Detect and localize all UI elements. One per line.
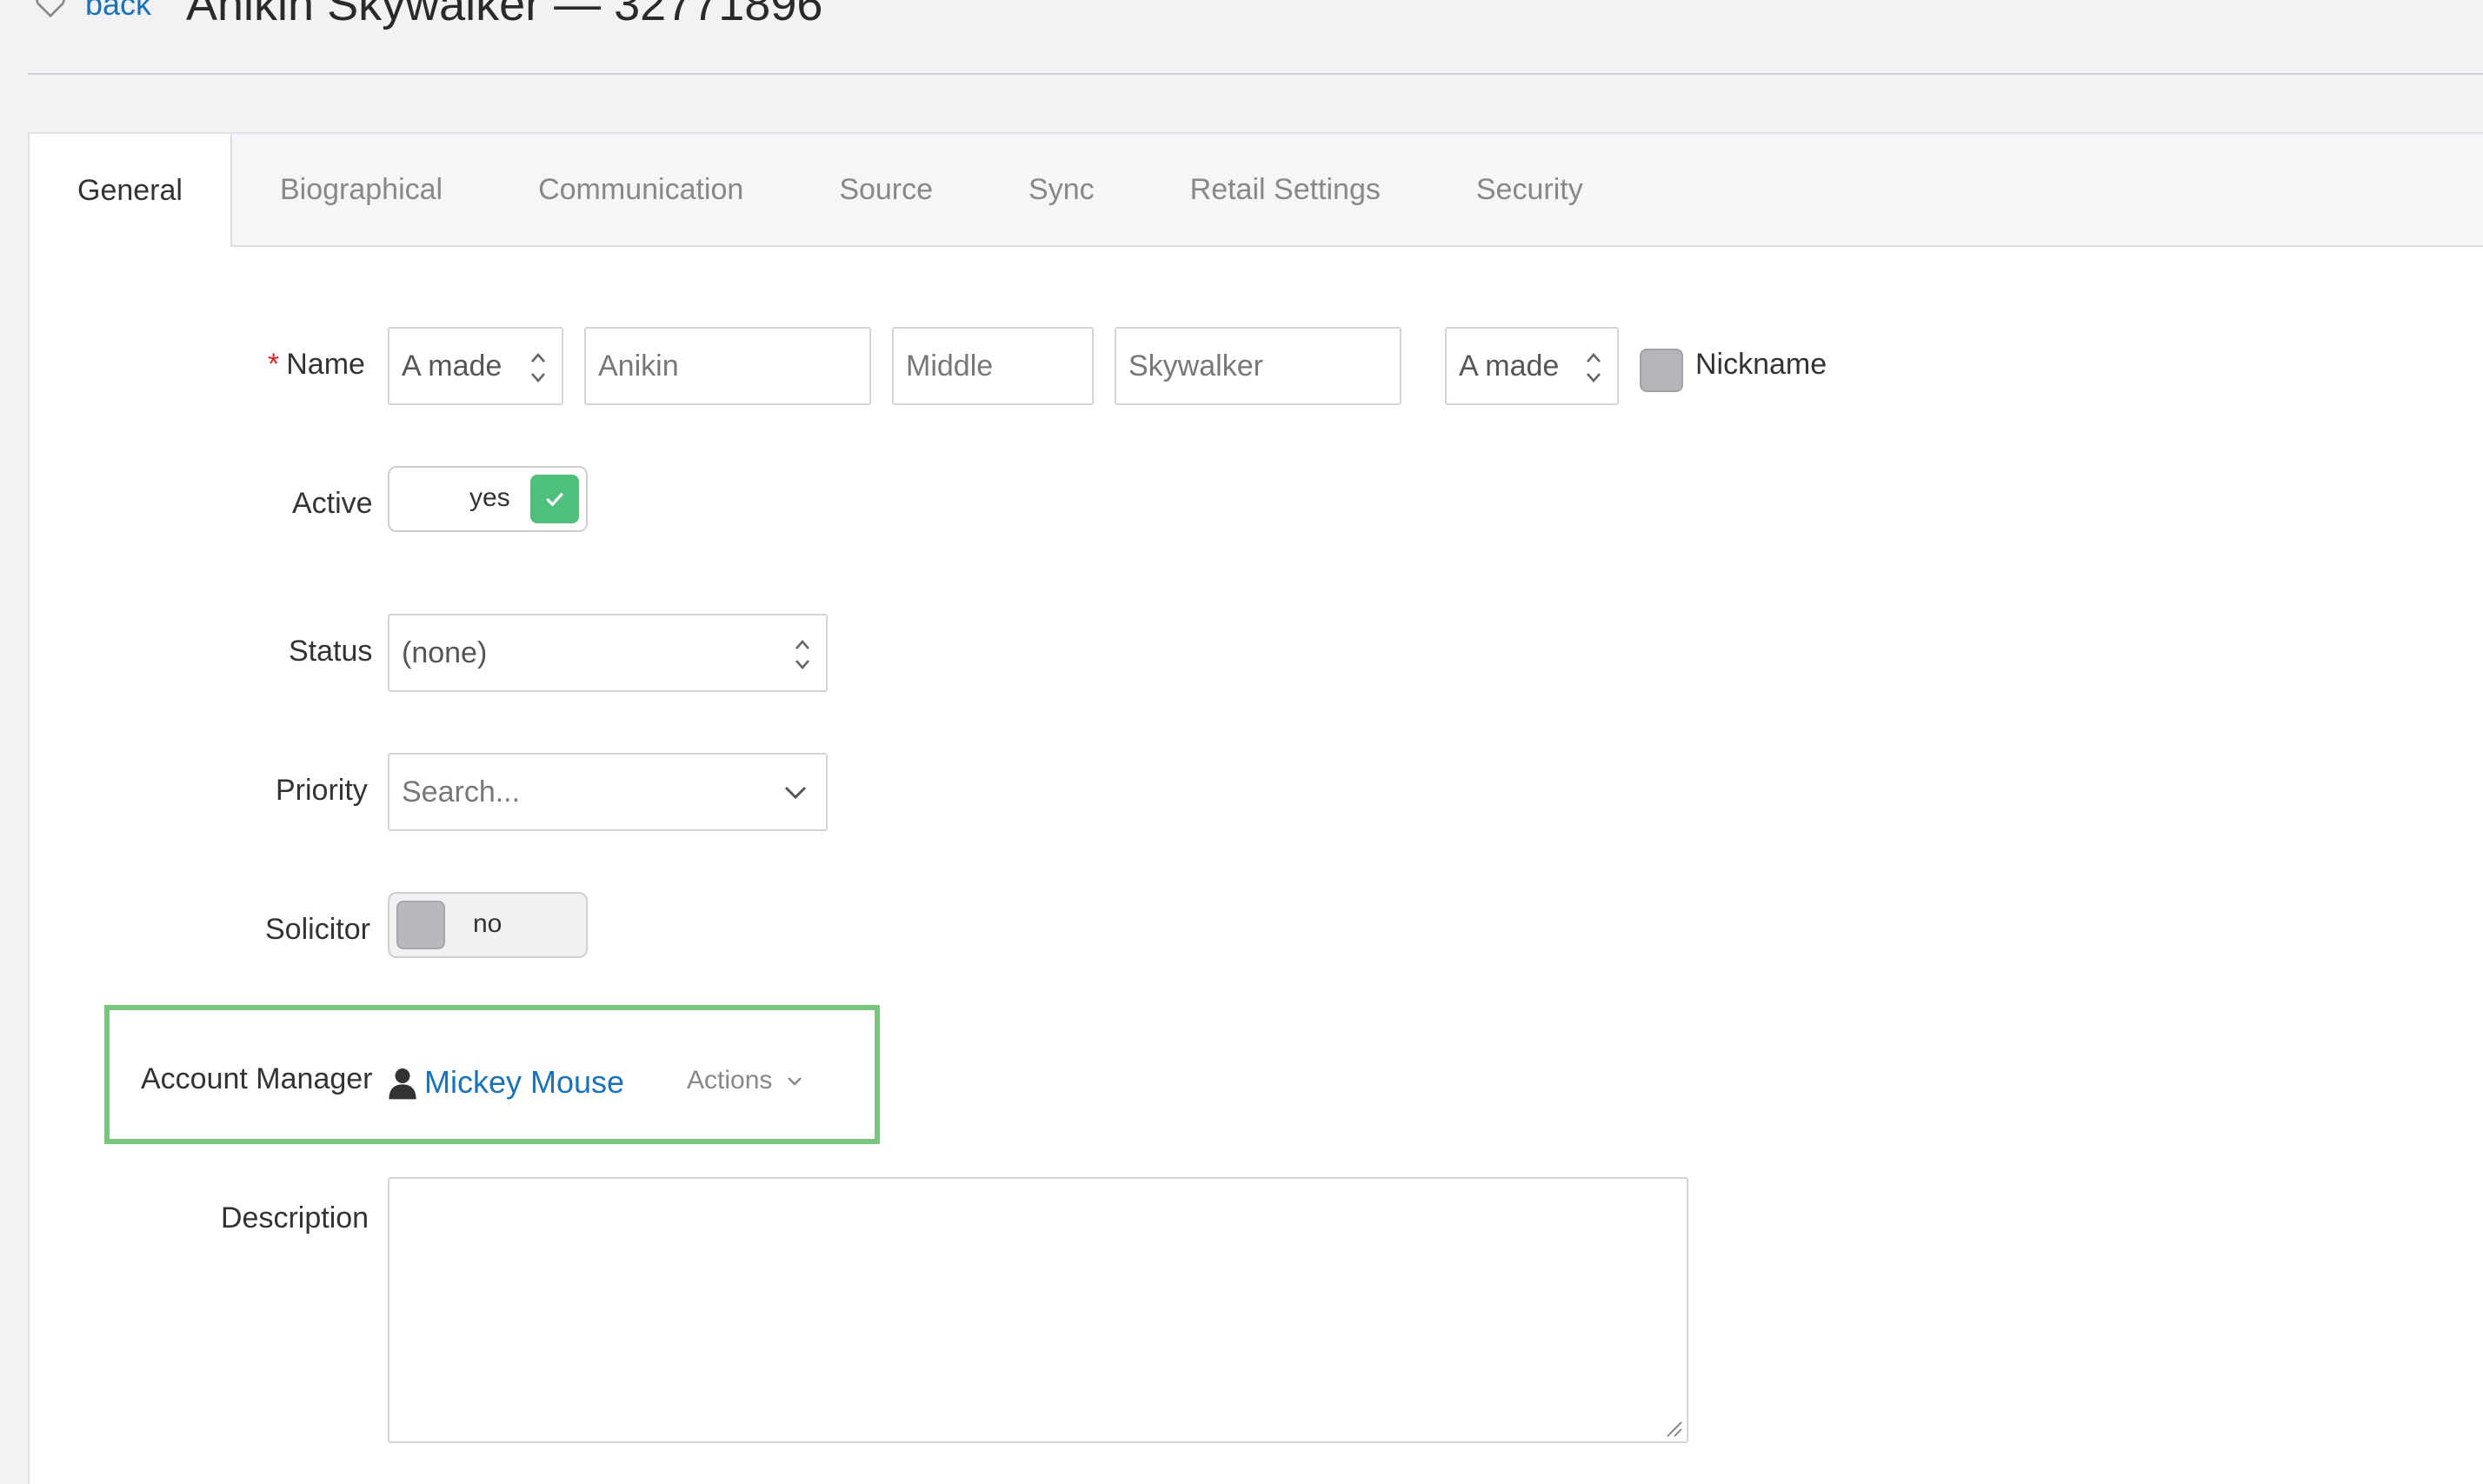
actions-dropdown[interactable]: Actions xyxy=(687,1066,803,1095)
heart-icon xyxy=(36,0,65,18)
checkmark-icon xyxy=(546,492,563,507)
active-toggle[interactable]: yes xyxy=(388,466,588,532)
last-name-placeholder: Skywalker xyxy=(1128,349,1263,383)
name-prefix-value: A made xyxy=(402,349,503,383)
middle-name-input[interactable]: Middle xyxy=(892,327,1094,405)
status-value: (none) xyxy=(402,636,488,669)
name-suffix-value: A made xyxy=(1459,349,1560,383)
up-down-arrows-icon xyxy=(531,353,545,383)
name-label-text: Name xyxy=(286,348,365,381)
name-prefix-select[interactable]: A made xyxy=(388,327,563,405)
priority-placeholder: Search... xyxy=(402,775,521,809)
active-toggle-text: yes xyxy=(469,483,510,512)
nickname-checkbox[interactable] xyxy=(1640,349,1683,392)
priority-label: Priority xyxy=(276,774,368,807)
first-name-input[interactable]: Anikin xyxy=(584,327,871,405)
up-down-arrows-icon xyxy=(1587,353,1601,383)
back-label[interactable]: back xyxy=(85,0,151,23)
status-label: Status xyxy=(289,635,373,668)
resize-grip-icon[interactable] xyxy=(1662,1417,1683,1438)
tab-security[interactable]: Security xyxy=(1428,134,1631,245)
solicitor-label: Solicitor xyxy=(265,913,370,946)
solicitor-toggle-text: no xyxy=(473,909,503,938)
account-manager-link[interactable]: Mickey Mouse xyxy=(424,1064,624,1101)
up-down-arrows-icon xyxy=(795,640,809,669)
name-label: * Name xyxy=(268,348,365,382)
name-suffix-select[interactable]: A made xyxy=(1445,327,1619,405)
tab-bar: General Biographical Communication Sourc… xyxy=(30,134,2483,247)
priority-search-select[interactable]: Search... xyxy=(388,753,828,831)
account-manager-label: Account Manager xyxy=(141,1062,373,1095)
tab-sync[interactable]: Sync xyxy=(981,134,1142,245)
tab-biographical[interactable]: Biographical xyxy=(232,134,490,245)
last-name-input[interactable]: Skywalker xyxy=(1115,327,1401,405)
chevron-down-icon xyxy=(784,786,807,800)
header-divider xyxy=(28,73,2483,75)
tab-communication[interactable]: Communication xyxy=(490,134,791,245)
tab-retail-settings[interactable]: Retail Settings xyxy=(1142,134,1428,245)
actions-label: Actions xyxy=(687,1066,773,1095)
user-icon xyxy=(389,1068,416,1100)
status-select[interactable]: (none) xyxy=(388,614,828,692)
active-label: Active xyxy=(292,487,373,520)
description-textarea[interactable] xyxy=(388,1177,1688,1443)
toggle-knob xyxy=(530,475,579,523)
solicitor-toggle[interactable]: no xyxy=(388,892,588,958)
chevron-down-icon xyxy=(788,1077,802,1086)
toggle-knob xyxy=(396,901,445,949)
first-name-placeholder: Anikin xyxy=(598,349,679,383)
back-link[interactable]: back xyxy=(33,0,151,23)
nickname-label: Nickname xyxy=(1695,348,1827,381)
tab-source[interactable]: Source xyxy=(791,134,981,245)
description-label: Description xyxy=(221,1201,369,1234)
required-marker: * xyxy=(268,348,280,381)
middle-name-placeholder: Middle xyxy=(906,349,994,383)
page-title: Anikin Skywalker — 32771896 xyxy=(186,0,823,30)
tab-general[interactable]: General xyxy=(30,134,232,247)
page-header: back Anikin Skywalker — 32771896 xyxy=(0,0,2483,75)
